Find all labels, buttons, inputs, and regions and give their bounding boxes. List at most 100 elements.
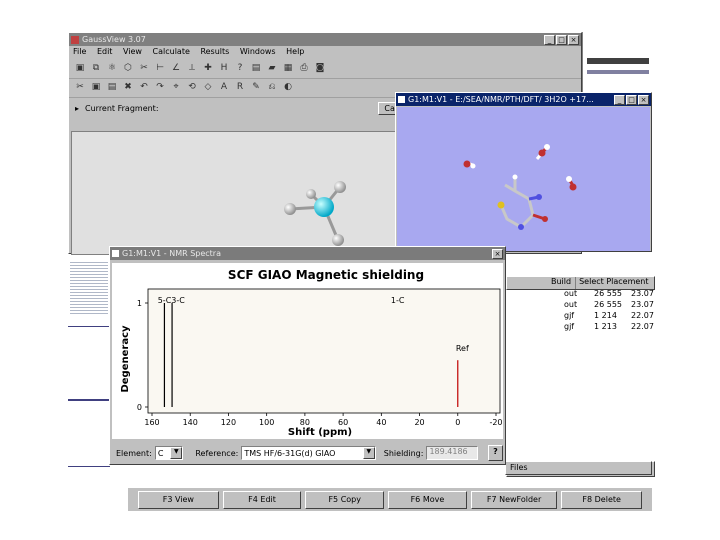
save-icon[interactable]: ▦	[281, 61, 295, 75]
files-label: Files	[510, 463, 528, 472]
f7-newfolder-button[interactable]: F7 NewFolder	[470, 490, 558, 509]
x-tick-label: 80	[300, 418, 310, 427]
ring-icon[interactable]: ⬡	[121, 61, 135, 75]
build-tab[interactable]: Build	[547, 277, 577, 289]
select-placement-tab[interactable]: Select Placement	[576, 277, 651, 289]
f3-view-button[interactable]: F3 View	[138, 490, 219, 509]
files-status-bar: Files	[505, 461, 652, 475]
x-tick-label: 60	[338, 418, 348, 427]
paste-append-icon[interactable]: ▤	[105, 80, 119, 94]
rotate-icon[interactable]: ⟲	[185, 80, 199, 94]
builder-row[interactable]: gjf 1 214 22.07	[564, 311, 654, 322]
paste-icon[interactable]: ▣	[89, 80, 103, 94]
chevron-down-icon[interactable]: ▼	[170, 447, 183, 459]
builder-row[interactable]: gjf 1 213 22.07	[564, 322, 654, 333]
element-select[interactable]: C ▼	[154, 446, 184, 460]
nmr-chart: SCF GIAO Magnetic shielding Degeneracy S…	[120, 268, 503, 438]
undo-icon[interactable]: ↶	[137, 80, 151, 94]
thumbnail-list	[70, 260, 108, 316]
label-icon[interactable]: A	[217, 80, 231, 94]
fragment-icon[interactable]: ⚛	[105, 61, 119, 75]
f5-copy-button[interactable]: F5 Copy	[305, 490, 385, 509]
left-divider-3	[68, 466, 110, 467]
reference-select[interactable]: TMS HF/6-31G(d) GIAO ▼	[241, 446, 376, 460]
image-icon[interactable]: ◙	[313, 61, 327, 75]
element-select-value: C	[157, 448, 164, 458]
help-icon[interactable]: ?	[487, 445, 504, 461]
chart-title: SCF GIAO Magnetic shielding	[228, 268, 424, 282]
menu-help[interactable]: Help	[286, 47, 304, 56]
nmr-plot-area: SCF GIAO Magnetic shielding Degeneracy S…	[112, 263, 503, 439]
molecule-window: G1:M1:V1 - E:/SEA/NMR/PTH/DFT/ 3H2O +17.…	[395, 92, 652, 252]
f8-delete-button[interactable]: F8 Delete	[561, 490, 643, 509]
f4-edit-button[interactable]: F4 Edit	[222, 490, 302, 509]
builder-row[interactable]: out 26 555 23.07	[564, 300, 654, 311]
nmr-titlebar: G1:M1:V1 - NMR Spectra ×	[110, 247, 505, 260]
row-size: 26 555	[594, 289, 622, 298]
shielding-field[interactable]: 189.4186	[426, 446, 478, 460]
menu-edit[interactable]: Edit	[97, 47, 113, 56]
row-date: 23.07	[631, 289, 654, 298]
menu-file[interactable]: File	[73, 47, 86, 56]
x-axis-label: Shift (ppm)	[288, 427, 352, 438]
f6-move-button[interactable]: F6 Move	[388, 490, 467, 509]
reset-icon[interactable]: ⎌	[265, 80, 279, 94]
molecule-window-icon	[398, 96, 405, 103]
left-file-panel	[68, 256, 110, 511]
main-titlebar: GaussView 3.07 _ □ ×	[69, 33, 581, 46]
help-icon[interactable]: ?	[233, 61, 247, 75]
scissors-icon[interactable]: ✂	[137, 61, 151, 75]
row-date: 22.07	[631, 311, 654, 320]
y-tick-label: 1	[137, 299, 142, 308]
nmr-spectra-window: G1:M1:V1 - NMR Spectra × SCF GIAO Magnet…	[109, 246, 506, 465]
angle-icon[interactable]: ∠	[169, 61, 183, 75]
molecule-maximize-button[interactable]: □	[626, 94, 637, 105]
inquire-icon[interactable]: ✚	[201, 61, 215, 75]
close-button[interactable]: ×	[568, 34, 579, 45]
app-icon	[71, 35, 79, 44]
main-window-title: GaussView 3.07	[82, 35, 146, 44]
reference-select-value: TMS HF/6-31G(d) GIAO	[244, 448, 336, 458]
fragment-label: Current Fragment:	[85, 103, 159, 113]
menu-calculate[interactable]: Calculate	[153, 47, 190, 56]
clean-icon[interactable]: ✎	[249, 80, 263, 94]
symmetry-icon[interactable]: ◇	[201, 80, 215, 94]
copy-icon[interactable]: ⧉	[89, 61, 103, 75]
molecule-canvas[interactable]	[397, 107, 650, 251]
menu-results[interactable]: Results	[200, 47, 229, 56]
row-size: 1 213	[594, 322, 617, 331]
bond-icon[interactable]: ⊢	[153, 61, 167, 75]
folder-icon[interactable]: ▰	[265, 61, 279, 75]
x-tick-label: -20	[489, 418, 502, 427]
row-date: 22.07	[631, 322, 654, 331]
hide-icon[interactable]: ◐	[281, 80, 295, 94]
nmr-close-button[interactable]: ×	[492, 248, 503, 259]
print-icon[interactable]: ⎙	[297, 61, 311, 75]
cut-icon[interactable]: ✂	[73, 80, 87, 94]
nmr-controls: Element: C ▼ Reference: TMS HF/6-31G(d) …	[112, 443, 504, 463]
molecule-close-button[interactable]: ×	[638, 94, 649, 105]
view-icon[interactable]: ⌖	[169, 80, 183, 94]
delete-icon[interactable]: ✖	[121, 80, 135, 94]
new-icon[interactable]: ▣	[73, 61, 87, 75]
row-ext: gjf	[564, 322, 575, 331]
redo-icon[interactable]: ↷	[153, 80, 167, 94]
menu-windows[interactable]: Windows	[240, 47, 276, 56]
maximize-button[interactable]: □	[556, 34, 567, 45]
fragment-arrow-icon: ▸	[75, 103, 80, 113]
chevron-down-icon[interactable]: ▼	[362, 447, 375, 459]
dihedral-icon[interactable]: ⟂	[185, 61, 199, 75]
reference-label: Reference:	[195, 448, 239, 458]
fragment-preview	[71, 131, 397, 255]
molecule-minimize-button[interactable]: _	[614, 94, 625, 105]
minimize-button[interactable]: _	[544, 34, 555, 45]
left-divider	[68, 326, 110, 327]
x-tick-label: 140	[183, 418, 198, 427]
open-icon[interactable]: ▤	[249, 61, 263, 75]
builder-panel: Build Select Placement out 26 555 23.07 …	[505, 276, 655, 477]
builder-row[interactable]: out 26 555 23.07	[564, 289, 654, 300]
rebuild-icon[interactable]: R	[233, 80, 247, 94]
nmr-window-title: G1:M1:V1 - NMR Spectra	[122, 249, 221, 258]
add-hydrogen-icon[interactable]: H	[217, 61, 231, 75]
menu-view[interactable]: View	[123, 47, 142, 56]
